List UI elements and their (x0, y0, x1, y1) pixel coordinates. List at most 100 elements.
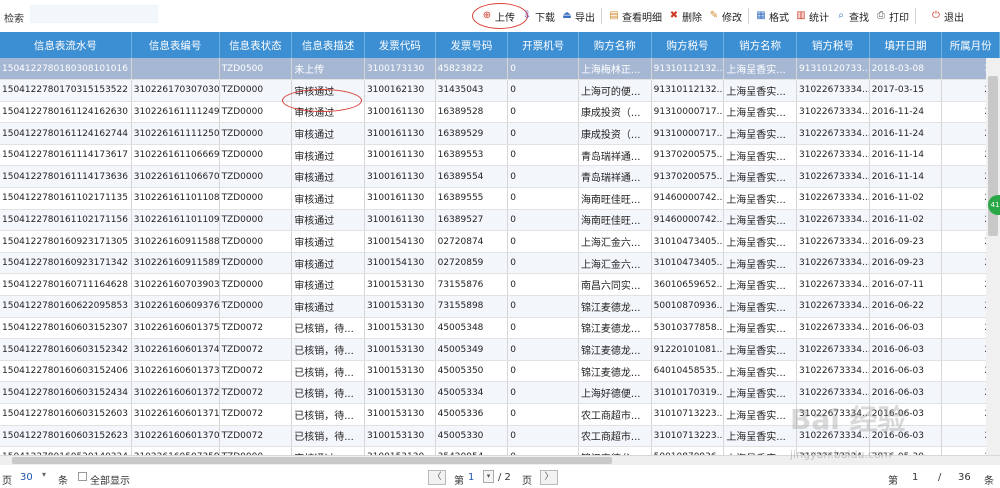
table-cell: 31022673334... (796, 79, 870, 102)
table-cell: 31022673334... (796, 360, 870, 383)
table-cell: 上海呈香实... (723, 295, 797, 318)
table-cell: 上海呈香实... (723, 381, 797, 404)
table-cell: 310226161111​2490 (131, 101, 220, 124)
table-cell: 50010870936... (651, 446, 725, 455)
pager-unit-label: 条 (58, 476, 68, 487)
page-size-select[interactable]: 30 (20, 472, 33, 483)
table-row[interactable]: 150412278016060315230​7 310226160601​3753… (0, 317, 1000, 340)
table-cell: 上海汇金六... (578, 230, 652, 253)
horizontal-scroll-thumb[interactable] (12, 457, 612, 464)
table-cell: 02720859 (435, 252, 509, 275)
page-size-chevron-icon[interactable]: ▾ (42, 470, 46, 479)
toolbar-button-label: 修改 (722, 12, 742, 24)
table-cell: 审核通过 (291, 252, 365, 275)
table-cell: 2017-03-15 (869, 79, 943, 102)
page-dropdown-icon[interactable]: ▾ (483, 470, 494, 483)
toolbar-button-6[interactable]: ▦ 格式 (752, 6, 792, 26)
table-cell: 310226160911​5883 (131, 230, 220, 253)
table-cell: 150412278016092317130​5 (0, 230, 132, 253)
column-header[interactable]: 信息表编号 (131, 32, 220, 58)
table-cell: TZD0072 (219, 381, 293, 404)
column-header[interactable]: 信息表描述 (291, 32, 365, 58)
toolbar-separator (915, 8, 916, 24)
column-header[interactable]: 开票机号 (507, 32, 579, 58)
table-cell: TZD0072 (219, 338, 293, 361)
table-row[interactable]: 150412278018030810101​6 TZD0500 未上传 3100173… (0, 58, 1000, 81)
column-header[interactable]: 所属月份 (941, 32, 1000, 58)
table-row[interactable]: 150412278016071116462​8 310226160703​9033… (0, 273, 1000, 297)
toolbar-button-7[interactable]: ▥ 统计 (792, 6, 832, 26)
column-header[interactable]: 信息表流水号 (0, 32, 132, 58)
table-row[interactable]: 150412278016110217115​6 310226161101​1094… (0, 209, 1000, 232)
show-all-checkbox[interactable] (78, 472, 87, 481)
table-cell: 150412278016111417363​6 (0, 165, 132, 189)
table-cell: 上海呈香实... (723, 79, 797, 102)
table-cell: 0 (507, 58, 579, 81)
table-cell: TZD0000 (219, 144, 293, 167)
table-cell: 审核通过 (291, 230, 365, 253)
table-cell: 上海好德便... (578, 381, 652, 404)
table-row[interactable]: 150412278016092317134​2 310226160911​5894… (0, 252, 1000, 275)
column-header[interactable]: 填开日期 (869, 32, 943, 58)
table-cell: 150412278016060315243​4 (0, 381, 132, 404)
table-row[interactable]: 150412278016060315240​6 310226160601​3731… (0, 360, 1000, 383)
pager: 页 30 ▾ 条 全部显示 〈 第 1 ▾ / 2 页 〉 第 1 / 36 条 (0, 466, 1000, 488)
toolbar-button-2[interactable]: ⏏ 导出 (558, 6, 598, 26)
column-header[interactable]: 信息表状态 (219, 32, 293, 58)
current-page-input[interactable]: 1 (468, 472, 474, 483)
table-cell: 31022673334... (796, 187, 870, 210)
toolbar-button-4[interactable]: ✖ 删除 (665, 6, 705, 26)
table-cell: 0 (507, 209, 579, 232)
prev-page-button[interactable]: 〈 (428, 470, 446, 485)
table-row[interactable]: 150412278016111417361​7 310226161106​6690… (0, 144, 1000, 167)
toolbar-button-8[interactable]: ⌕ 查找 (832, 6, 872, 26)
toolbar-separator (748, 8, 749, 24)
table-cell: 上海呈香实... (723, 425, 797, 448)
table-cell: 3100153130 (364, 403, 436, 426)
table-row[interactable]: 150412278016060315234​2 310226160601​3742… (0, 338, 1000, 361)
upload-icon: ⊕ (482, 10, 492, 21)
toolbar-button-3[interactable]: ▤ 查看明细 (605, 6, 665, 26)
table-row[interactable]: 150412278016062209585​3 310226160609​3762… (0, 295, 1000, 318)
table-row[interactable]: 150412278016110217113​5 310226161101​1083… (0, 187, 1000, 210)
column-header[interactable]: 购方名称 (578, 32, 652, 58)
table-row[interactable]: 150412278017031515352​2 310226170307​0305… (0, 79, 1000, 102)
table-cell: 150412278016071116462​8 (0, 273, 132, 297)
table-cell: 3100161130 (364, 101, 436, 124)
table-cell: 3100154130 (364, 252, 436, 275)
table-cell: TZD0072 (219, 425, 293, 448)
show-all-label: 全部显示 (90, 476, 130, 487)
column-header[interactable]: 购方税号 (651, 32, 725, 58)
table-cell: 150412278016052014032​4 (0, 446, 132, 455)
toolbar-button-10[interactable]: ⏻ 退出 (927, 6, 967, 26)
table-cell: 上海呈香实... (723, 273, 797, 297)
search-input[interactable] (30, 5, 158, 23)
table-cell: 0 (507, 101, 579, 124)
table-cell: 上海呈香实... (723, 101, 797, 124)
column-header[interactable]: 发票代码 (364, 32, 436, 58)
column-header[interactable]: 发票号码 (435, 32, 509, 58)
toolbar-button-1[interactable]: ⇩ 下载 (518, 6, 558, 26)
table-row[interactable]: 150412278016111417363​6 310226161106​6702… (0, 165, 1000, 189)
column-header[interactable]: 销方名称 (723, 32, 797, 58)
table-cell: 31022673334... (796, 295, 870, 318)
upload-button[interactable]: ⊕ 上传 (478, 6, 518, 26)
table-cell: 310226161106​6690 (131, 144, 220, 167)
toolbar-button-9[interactable]: ⎙ 打印 (872, 6, 912, 26)
next-page-button[interactable]: 〉 (540, 470, 558, 485)
table-cell: 已核销，待... (291, 338, 365, 361)
table-row[interactable]: 150412278016112416263​0 310226161111​2490… (0, 101, 1000, 124)
table-cell: 2016-06-03 (869, 338, 943, 361)
table-cell: 3100173130 (364, 58, 436, 81)
column-header[interactable]: 销方税号 (796, 32, 870, 58)
table-cell: TZD0000 (219, 446, 293, 455)
table-row[interactable]: 150412278016092317130​5 310226160911​5883… (0, 230, 1000, 253)
table-cell: 91310112132... (651, 58, 725, 81)
table-cell: 16389527 (435, 209, 509, 232)
vertical-scrollbar[interactable] (986, 58, 1000, 455)
toolbar-button-5[interactable]: ✎ 修改 (705, 6, 745, 26)
table-cell: 0 (507, 295, 579, 318)
edit-icon: ✎ (709, 10, 719, 21)
table-cell: 0 (507, 317, 579, 340)
table-row[interactable]: 150412278016112416274​4 310226161111​2502… (0, 122, 1000, 145)
